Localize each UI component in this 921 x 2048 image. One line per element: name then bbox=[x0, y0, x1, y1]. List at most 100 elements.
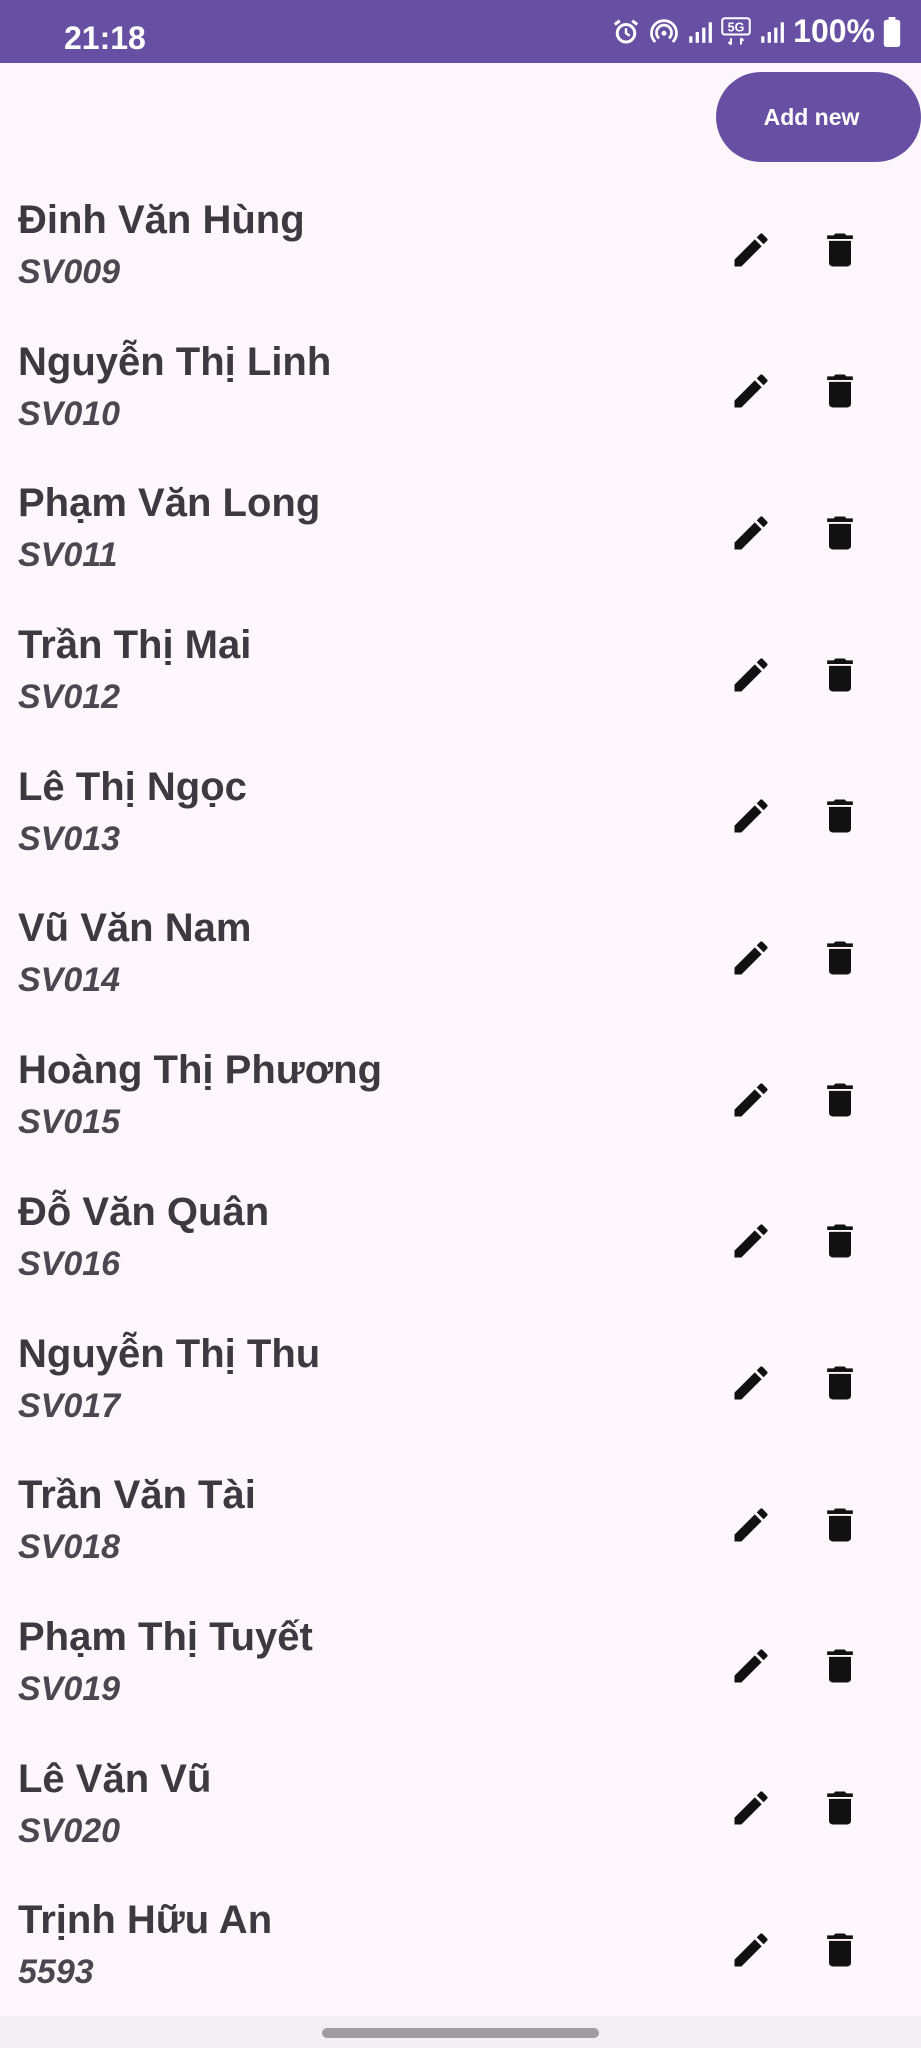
student-row[interactable]: Trần Văn Tài SV018 bbox=[0, 1455, 921, 1597]
network-label: 5G bbox=[728, 20, 745, 34]
student-name: Phạm Văn Long bbox=[18, 481, 321, 526]
student-name: Lê Văn Vũ bbox=[18, 1756, 212, 1801]
delete-button[interactable] bbox=[808, 503, 872, 567]
trash-icon bbox=[818, 1503, 862, 1552]
battery-icon bbox=[883, 16, 901, 47]
edit-button[interactable] bbox=[719, 1637, 783, 1701]
pencil-icon bbox=[729, 1361, 773, 1410]
student-name: Hoàng Thị Phương bbox=[18, 1048, 383, 1093]
trash-icon bbox=[818, 1219, 862, 1268]
signal-icon bbox=[689, 21, 713, 43]
trash-icon bbox=[818, 794, 862, 843]
student-row[interactable]: Trần Thị Mai SV012 bbox=[0, 605, 921, 747]
delete-button[interactable] bbox=[808, 1779, 872, 1843]
student-id: SV016 bbox=[18, 1244, 121, 1283]
edit-button[interactable] bbox=[719, 787, 783, 851]
edit-button[interactable] bbox=[719, 1779, 783, 1843]
edit-button[interactable] bbox=[719, 928, 783, 992]
status-time: 21:18 bbox=[64, 20, 146, 56]
student-name: Nguyễn Thị Linh bbox=[18, 339, 332, 384]
student-row[interactable]: Đinh Văn Hùng SV009 bbox=[0, 180, 921, 322]
student-row[interactable]: Đỗ Văn Quân SV016 bbox=[0, 1172, 921, 1314]
pencil-icon bbox=[729, 794, 773, 843]
edit-button[interactable] bbox=[719, 1070, 783, 1134]
student-id: SV013 bbox=[18, 819, 121, 858]
trash-icon bbox=[818, 1078, 862, 1127]
student-name: Đỗ Văn Quân bbox=[18, 1189, 270, 1234]
student-list: Đinh Văn Hùng SV009 Nguyễn Thị Linh SV010 Ph… bbox=[0, 180, 921, 2022]
status-icons: 5G 100% bbox=[611, 0, 901, 63]
delete-button[interactable] bbox=[808, 362, 872, 426]
pencil-icon bbox=[729, 1928, 773, 1977]
edit-button[interactable] bbox=[719, 645, 783, 709]
edit-button[interactable] bbox=[719, 1212, 783, 1276]
add-new-button[interactable]: Add new bbox=[716, 72, 921, 162]
delete-button[interactable] bbox=[808, 1212, 872, 1276]
delete-button[interactable] bbox=[808, 645, 872, 709]
delete-button[interactable] bbox=[808, 1354, 872, 1418]
edit-button[interactable] bbox=[719, 362, 783, 426]
student-id: SV018 bbox=[18, 1528, 121, 1567]
pencil-icon bbox=[729, 369, 773, 418]
pencil-icon bbox=[729, 1503, 773, 1552]
hotspot-icon bbox=[650, 18, 678, 43]
trash-icon bbox=[818, 1361, 862, 1410]
student-name: Trịnh Hữu An bbox=[18, 1898, 273, 1943]
trash-icon bbox=[818, 936, 862, 985]
delete-button[interactable] bbox=[808, 220, 872, 284]
delete-button[interactable] bbox=[808, 1637, 872, 1701]
student-name: Đinh Văn Hùng bbox=[18, 198, 305, 242]
delete-button[interactable] bbox=[808, 1920, 872, 1984]
edit-button[interactable] bbox=[719, 1920, 783, 1984]
pencil-icon bbox=[729, 653, 773, 702]
student-id: SV012 bbox=[18, 678, 121, 717]
trash-icon bbox=[818, 369, 862, 418]
trash-icon bbox=[818, 228, 862, 277]
delete-button[interactable] bbox=[808, 928, 872, 992]
student-name: Nguyễn Thị Thu bbox=[18, 1331, 321, 1376]
trash-icon bbox=[818, 653, 862, 702]
student-name: Vũ Văn Nam bbox=[18, 906, 252, 951]
edit-button[interactable] bbox=[719, 220, 783, 284]
pencil-icon bbox=[729, 1219, 773, 1268]
edit-button[interactable] bbox=[719, 1354, 783, 1418]
student-name: Trần Thị Mai bbox=[18, 623, 252, 668]
add-new-label: Add new bbox=[763, 103, 860, 130]
trash-icon bbox=[818, 1928, 862, 1977]
student-row[interactable]: Hoàng Thị Phương SV015 bbox=[0, 1030, 921, 1172]
student-row[interactable]: Phạm Văn Long SV011 bbox=[0, 463, 921, 605]
pencil-icon bbox=[729, 1644, 773, 1693]
student-row[interactable]: Vũ Văn Nam SV014 bbox=[0, 888, 921, 1030]
student-name: Trần Văn Tài bbox=[18, 1473, 256, 1518]
trash-icon bbox=[818, 1786, 862, 1835]
student-id: SV020 bbox=[18, 1811, 121, 1850]
pencil-icon bbox=[729, 936, 773, 985]
status-bar: 21:18 5G 100% bbox=[0, 0, 921, 63]
alarm-icon bbox=[614, 19, 639, 43]
student-id: SV017 bbox=[18, 1386, 121, 1425]
student-row[interactable]: Lê Thị Ngọc SV013 bbox=[0, 747, 921, 889]
student-id: SV019 bbox=[18, 1669, 121, 1708]
delete-button[interactable] bbox=[808, 1495, 872, 1559]
pencil-icon bbox=[729, 1078, 773, 1127]
student-id: 5593 bbox=[18, 1953, 94, 1992]
student-row[interactable]: Lê Văn Vũ SV020 bbox=[0, 1739, 921, 1881]
pencil-icon bbox=[729, 1786, 773, 1835]
student-id: SV015 bbox=[18, 1103, 121, 1142]
battery-percentage: 100% bbox=[793, 13, 875, 49]
pencil-icon bbox=[729, 228, 773, 277]
trash-icon bbox=[818, 511, 862, 560]
student-row[interactable]: Trịnh Hữu An 5593 bbox=[0, 1880, 921, 2022]
student-id: SV010 bbox=[18, 394, 121, 433]
pencil-icon bbox=[729, 511, 773, 560]
student-row[interactable]: Nguyễn Thị Linh SV010 bbox=[0, 322, 921, 464]
student-row[interactable]: Phạm Thị Tuyết SV019 bbox=[0, 1597, 921, 1739]
delete-button[interactable] bbox=[808, 1070, 872, 1134]
home-gesture-handle[interactable] bbox=[322, 2028, 599, 2038]
delete-button[interactable] bbox=[808, 787, 872, 851]
student-row[interactable]: Nguyễn Thị Thu SV017 bbox=[0, 1314, 921, 1456]
student-id: SV011 bbox=[18, 536, 118, 575]
edit-button[interactable] bbox=[719, 503, 783, 567]
edit-button[interactable] bbox=[719, 1495, 783, 1559]
student-id: SV009 bbox=[18, 253, 121, 291]
